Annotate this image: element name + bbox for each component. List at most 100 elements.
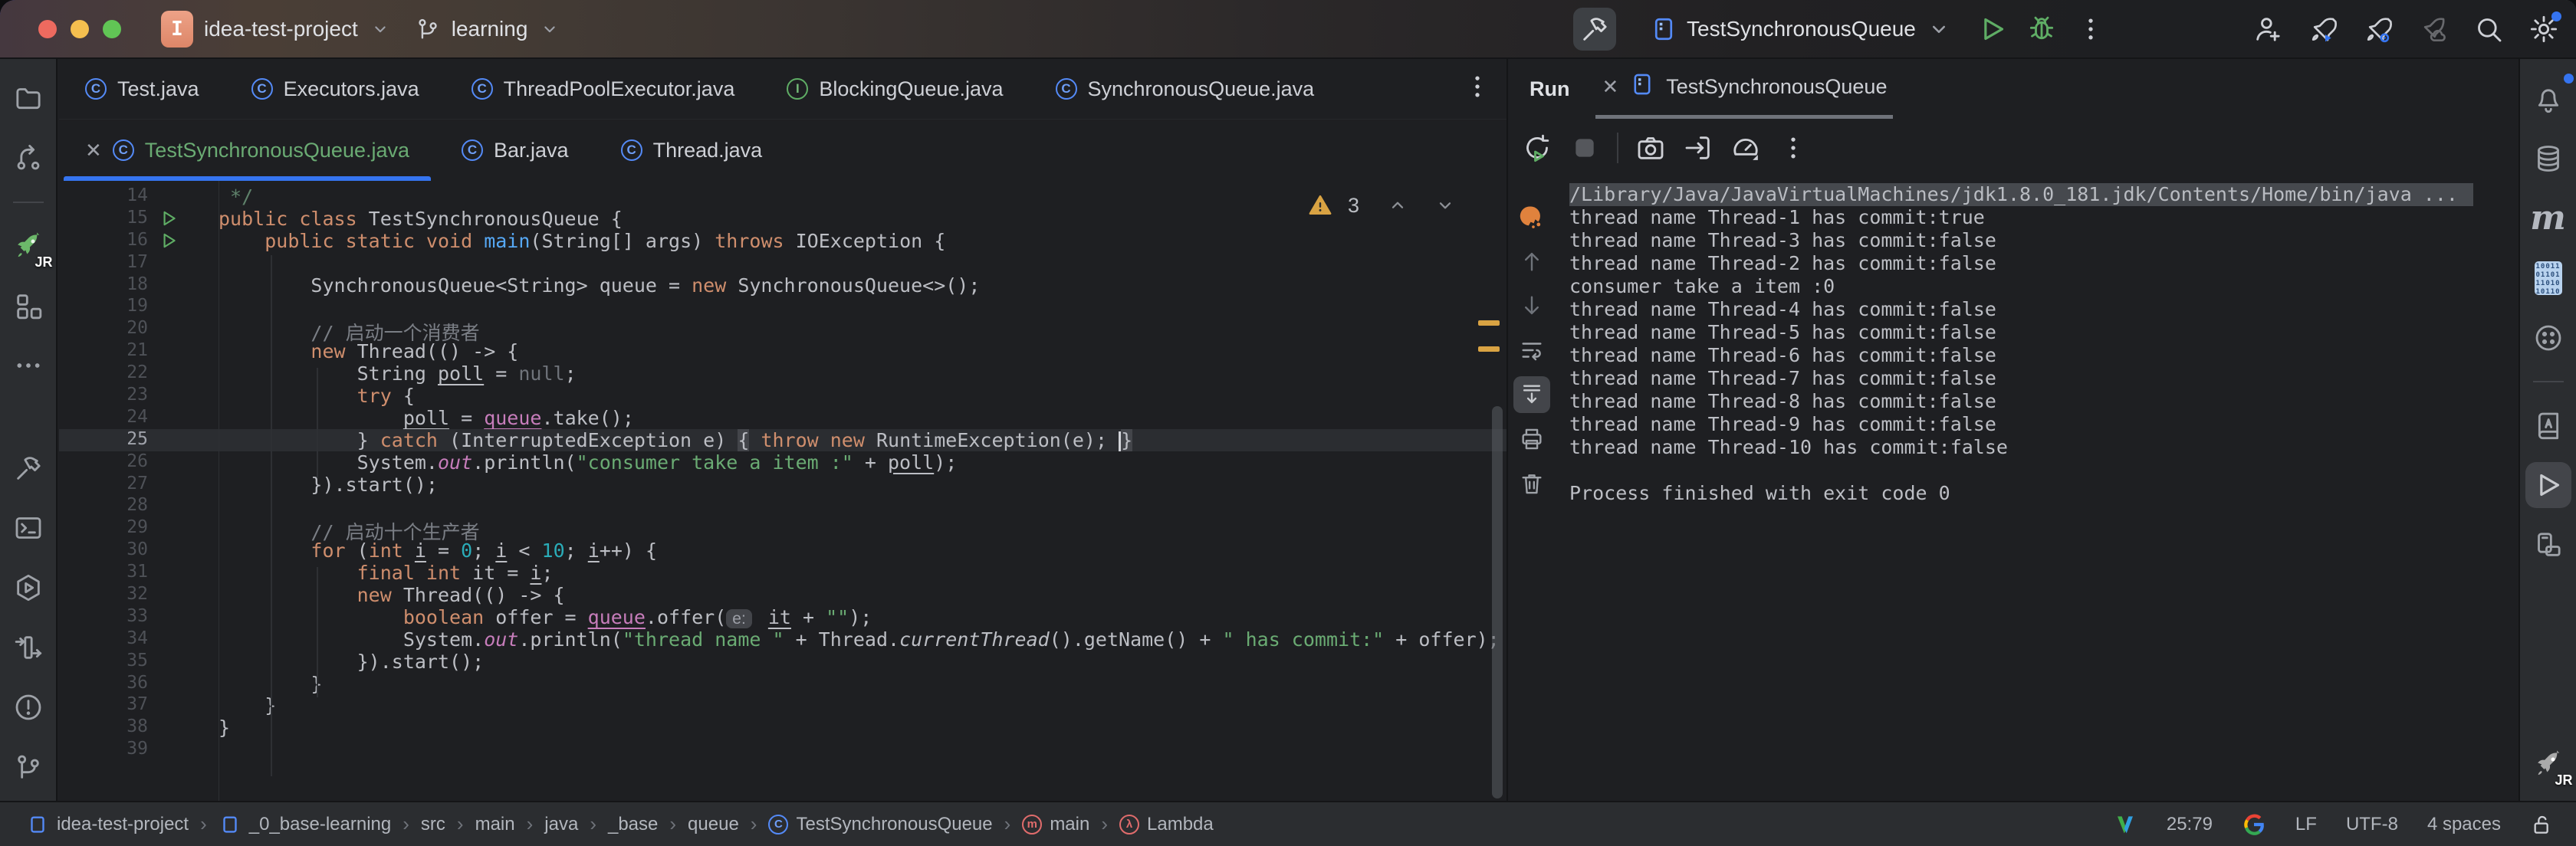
hidden-tabs-icon[interactable]: [1462, 71, 1493, 106]
google-icon[interactable]: [2242, 812, 2266, 837]
soft-wrap-icon[interactable]: [1513, 332, 1550, 369]
services-icon[interactable]: [5, 565, 51, 611]
run-tab[interactable]: ✕ TestSynchronousQueue: [1595, 59, 1893, 119]
build-hammer-icon[interactable]: [1573, 8, 1616, 51]
code-line[interactable]: 16 public static void main(String[] args…: [59, 230, 1506, 252]
tab-Bar.java[interactable]: CBar.java: [435, 120, 595, 181]
java-process-icon[interactable]: [1513, 198, 1550, 235]
branch-name[interactable]: learning: [452, 17, 528, 41]
clear-all-icon[interactable]: [1513, 465, 1550, 502]
file-encoding[interactable]: UTF-8: [2346, 814, 2398, 835]
more-options-icon[interactable]: [1778, 133, 1809, 163]
close-icon[interactable]: ✕: [1602, 75, 1618, 99]
jrebel-disabled-icon[interactable]: JR: [2525, 741, 2571, 787]
console-line[interactable]: thread name Thread-6 has commit:false: [1569, 344, 2518, 367]
jrebel-icon[interactable]: JR: [5, 223, 51, 269]
console-output[interactable]: /Library/Java/JavaVirtualMachines/jdk1.8…: [1556, 177, 2518, 801]
console-line[interactable]: thread name Thread-7 has commit:false: [1569, 367, 2518, 390]
print-icon[interactable]: [1513, 421, 1550, 457]
breadcrumb-item[interactable]: idea-test-project: [26, 813, 189, 836]
code-line[interactable]: 29 // 启动十个生产者: [59, 517, 1506, 539]
project-name[interactable]: idea-test-project: [204, 17, 358, 41]
tab-ThreadPoolExecutor.java[interactable]: CThreadPoolExecutor.java: [445, 59, 761, 119]
code-line[interactable]: 26 System.out.println("consumer take a i…: [59, 451, 1506, 474]
chevron-down-icon[interactable]: [369, 18, 392, 41]
close-icon[interactable]: ✕: [85, 140, 102, 160]
run-line-icon[interactable]: [159, 230, 208, 252]
next-occurrence-icon[interactable]: [1513, 287, 1550, 324]
inspection-widget[interactable]: 3: [1308, 193, 1457, 218]
database-icon[interactable]: [2525, 136, 2571, 182]
problems-icon[interactable]: [5, 684, 51, 730]
code-editor[interactable]: 14 */15public class TestSynchronousQueue…: [59, 181, 1506, 801]
structure-icon[interactable]: [5, 283, 51, 329]
code-line[interactable]: 18 SynchronousQueue<String> queue = new …: [59, 274, 1506, 297]
terminal-icon[interactable]: [5, 505, 51, 551]
breadcrumb-item[interactable]: src: [421, 814, 445, 835]
prev-occurrence-icon[interactable]: [1513, 243, 1550, 280]
breadcrumb-item[interactable]: main: [475, 814, 515, 835]
attach-debugger-icon[interactable]: [1683, 133, 1714, 163]
maximize-window-button[interactable]: [103, 20, 121, 38]
breadcrumb-item[interactable]: _base: [608, 814, 658, 835]
code-with-me-icon[interactable]: [2252, 14, 2283, 44]
breadcrumb-item[interactable]: λLambda: [1119, 814, 1214, 835]
run-configuration-selector[interactable]: TestSynchronousQueue: [1650, 15, 1953, 43]
console-line[interactable]: thread name Thread-8 has commit:false: [1569, 390, 2518, 413]
warning-stripe-mark[interactable]: [1478, 320, 1500, 326]
scroll-to-end-icon[interactable]: [1513, 376, 1550, 413]
run-line-icon[interactable]: [159, 208, 208, 230]
documentation-icon[interactable]: [2525, 402, 2571, 448]
code-line[interactable]: 31 final int it = i;: [59, 562, 1506, 584]
console-line[interactable]: thread name Thread-9 has commit:false: [1569, 413, 2518, 436]
endpoints-icon[interactable]: [5, 625, 51, 671]
debug-with-jrebel-icon[interactable]: [2363, 14, 2394, 44]
run-button[interactable]: [1977, 14, 2008, 44]
project-icon[interactable]: [5, 76, 51, 122]
editor-scrollbar[interactable]: [1492, 406, 1503, 798]
console-line[interactable]: thread name Thread-5 has commit:false: [1569, 321, 2518, 344]
code-line[interactable]: 39: [59, 739, 1506, 761]
console-line[interactable]: consumer take a item :0: [1569, 275, 2518, 298]
commit-icon[interactable]: [5, 136, 51, 182]
console-line[interactable]: [1569, 459, 2518, 482]
breadcrumb-item[interactable]: _0_base-learning: [219, 813, 391, 836]
breadcrumb-item[interactable]: queue: [688, 814, 739, 835]
settings-icon[interactable]: [2528, 14, 2559, 44]
breadcrumb-item[interactable]: java: [544, 814, 578, 835]
console-line[interactable]: thread name Thread-10 has commit:false: [1569, 436, 2518, 459]
code-line[interactable]: 22 String poll = null;: [59, 362, 1506, 385]
console-line[interactable]: thread name Thread-1 has commit:true: [1569, 206, 2518, 229]
code-line[interactable]: 21 new Thread(() -> {: [59, 340, 1506, 362]
notifications-icon[interactable]: [2525, 76, 2571, 122]
next-warning-icon[interactable]: [1433, 193, 1457, 218]
tab-Thread.java[interactable]: CThread.java: [595, 120, 789, 181]
warning-stripe-mark[interactable]: [1478, 346, 1500, 352]
stop-icon[interactable]: [1569, 133, 1600, 163]
code-line[interactable]: 35 }).start();: [59, 651, 1506, 673]
code-line[interactable]: 25 } catch (InterruptedException e) { th…: [59, 429, 1506, 451]
bytecode-viewer-icon[interactable]: [2525, 255, 2571, 301]
search-everywhere-icon[interactable]: [2473, 14, 2504, 44]
unlock-icon[interactable]: [2530, 812, 2555, 837]
code-line[interactable]: 34 System.out.println("thread name " + T…: [59, 628, 1506, 651]
maven-icon[interactable]: m: [2525, 195, 2571, 241]
tab-SynchronousQueue.java[interactable]: CSynchronousQueue.java: [1030, 59, 1341, 119]
thread-dump-icon[interactable]: [1635, 133, 1666, 163]
console-line[interactable]: thread name Thread-3 has commit:false: [1569, 229, 2518, 252]
code-line[interactable]: 20 // 启动一个消费者: [59, 318, 1506, 340]
run-tool-window-icon[interactable]: [2525, 462, 2571, 508]
chevron-down-icon[interactable]: [538, 18, 561, 41]
tab-Executors.java[interactable]: CExecutors.java: [225, 59, 445, 119]
code-line[interactable]: 30 for (int i = 0; i < 10; i++) {: [59, 539, 1506, 562]
tab-TestSynchronousQueue.java[interactable]: ✕CTestSynchronousQueue.java: [59, 120, 435, 181]
code-line[interactable]: 15public class TestSynchronousQueue {: [59, 208, 1506, 230]
run-with-jrebel-icon[interactable]: [2308, 14, 2338, 44]
code-line[interactable]: 19: [59, 296, 1506, 318]
code-line[interactable]: 27 }).start();: [59, 474, 1506, 496]
plugin-circle-icon[interactable]: [2525, 315, 2571, 361]
code-line[interactable]: 37 }: [59, 694, 1506, 716]
more-tool-windows-icon[interactable]: [5, 343, 51, 389]
code-line[interactable]: 38}: [59, 716, 1506, 739]
close-window-button[interactable]: [38, 20, 57, 38]
